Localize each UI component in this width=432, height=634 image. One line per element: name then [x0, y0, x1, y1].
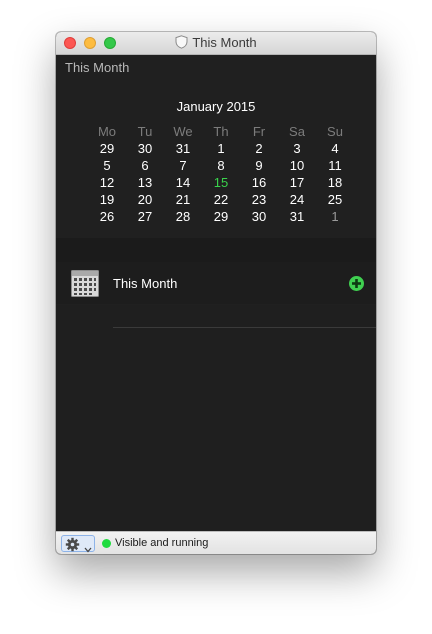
calendar-day: 16 — [251, 175, 267, 190]
section-spacer — [56, 238, 376, 262]
calendar-day: 23 — [251, 192, 267, 207]
calendar-day: 9 — [255, 158, 263, 173]
calendar-day: 24 — [289, 192, 305, 207]
calendar-day: 6 — [141, 158, 149, 173]
page-title: This Month — [65, 60, 130, 75]
calendar-weekday-label: Mo — [97, 124, 117, 139]
calendar-day: 29 — [99, 141, 115, 156]
chevron-down-icon — [84, 540, 92, 554]
calendar-day-today: 15 — [213, 175, 229, 190]
calendar-day: 26 — [99, 209, 115, 224]
widget-list-item[interactable]: This Month — [56, 262, 376, 304]
status-indicator — [102, 539, 111, 548]
calendar-day: 20 — [137, 192, 153, 207]
status-bar: Visible and running — [56, 531, 376, 554]
window-title-text: This Month — [192, 35, 257, 50]
calendar-day: 14 — [175, 175, 191, 190]
calendar-day: 4 — [331, 141, 339, 156]
widget-label: This Month — [113, 276, 178, 291]
status-text: Visible and running — [115, 537, 209, 549]
calendar-week-row: 19 20 21 22 23 24 25 — [88, 191, 354, 208]
calendar-day: 3 — [293, 141, 301, 156]
calendar-day: 2 — [255, 141, 263, 156]
window-title: This Month — [56, 35, 376, 52]
calendar-day: 17 — [289, 175, 305, 190]
settings-menu-button[interactable] — [61, 535, 95, 554]
title-bar[interactable]: This Month — [56, 32, 376, 55]
app-window: This Month This Month January 2015 Mo Tu W… — [56, 32, 376, 554]
gear-icon — [65, 537, 80, 554]
calendar-day: 28 — [175, 209, 191, 224]
calendar-day: 29 — [213, 209, 229, 224]
main-content: This Month January 2015 Mo Tu We Th Fr Sa Su 29… — [56, 55, 376, 531]
calendar-day: 30 — [251, 209, 267, 224]
calendar-day: 18 — [327, 175, 343, 190]
calendar-weekday-label: Fr — [252, 124, 266, 139]
calendar-week-row: 12 13 14 15 16 17 18 — [88, 174, 354, 191]
calendar-day: 22 — [213, 192, 229, 207]
calendar-day: 7 — [179, 158, 187, 173]
calendar-day: 1 — [331, 209, 339, 224]
divider — [113, 327, 376, 328]
calendar-week-row: 26 27 28 29 30 31 1 — [88, 208, 354, 225]
calendar-weekday-label: Tu — [137, 124, 153, 139]
calendar-day: 19 — [99, 192, 115, 207]
add-widget-button[interactable] — [349, 276, 364, 291]
widget-list-empty-area — [56, 305, 376, 531]
calendar-day: 8 — [217, 158, 225, 173]
calendar-day: 27 — [137, 209, 153, 224]
calendar-day: 25 — [327, 192, 343, 207]
calendar-grid: Mo Tu We Th Fr Sa Su 29 30 31 1 2 3 4 5 6 7 8 9 10 11 12 13 14 1… — [88, 123, 354, 225]
calendar-day: 31 — [175, 141, 191, 156]
shield-icon — [175, 35, 188, 52]
calendar-weekday-row: Mo Tu We Th Fr Sa Su — [88, 123, 354, 140]
calendar-day: 1 — [217, 141, 225, 156]
calendar-day: 12 — [99, 175, 115, 190]
calendar-grid-icon — [71, 270, 99, 297]
calendar-week-row: 29 30 31 1 2 3 4 — [88, 140, 354, 157]
calendar-weekday-label: Sa — [289, 124, 305, 139]
calendar-weekday-label: Su — [327, 124, 343, 139]
calendar-day: 30 — [137, 141, 153, 156]
calendar-month-label: January 2015 — [176, 99, 256, 114]
calendar-day: 31 — [289, 209, 305, 224]
calendar-day: 11 — [328, 158, 342, 173]
calendar-day: 10 — [289, 158, 305, 173]
calendar-day: 21 — [175, 192, 191, 207]
calendar-weekday-label: We — [173, 124, 193, 139]
calendar-day: 5 — [103, 158, 111, 173]
plus-circle-icon — [352, 279, 361, 288]
calendar-day: 13 — [137, 175, 153, 190]
calendar-weekday-label: Th — [213, 124, 229, 139]
calendar-week-row: 5 6 7 8 9 10 11 — [88, 157, 354, 174]
